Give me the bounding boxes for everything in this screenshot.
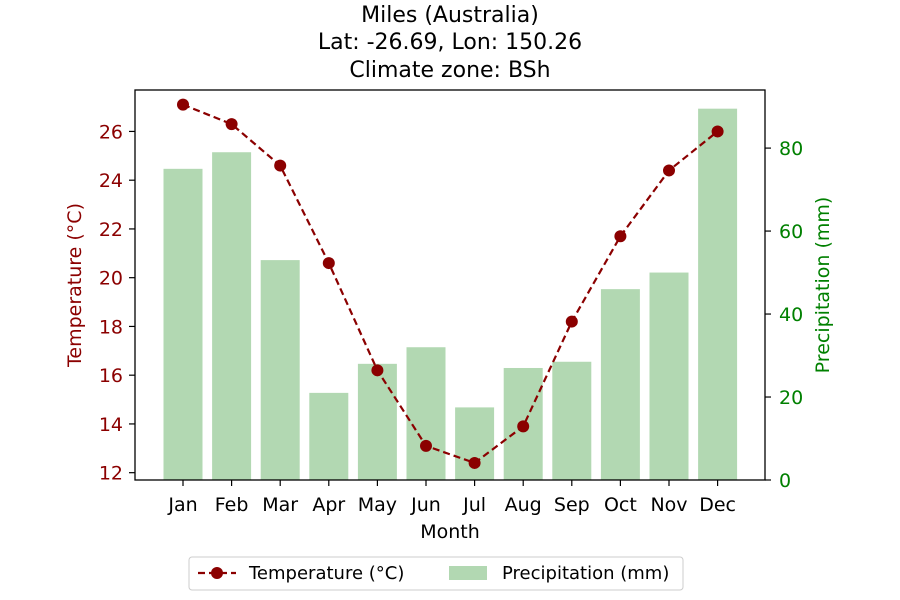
- temperature-point-aug: [517, 420, 530, 433]
- precipitation-bar-dec: [698, 108, 738, 480]
- temperature-point-apr: [322, 257, 335, 270]
- temperature-point-feb: [225, 118, 238, 131]
- precipitation-bar-apr: [309, 392, 349, 480]
- temperature-point-nov: [663, 164, 675, 177]
- right-axis-ticks: 0 20 40 60 80: [765, 138, 803, 492]
- left-axis-ticks: 12 14 16 18 20 22 24 26: [99, 121, 135, 485]
- precipitation-bar-sep: [552, 361, 592, 480]
- left-tick-label-12: 12: [99, 463, 123, 485]
- legend: Temperature (°C) Precipitation (mm): [188, 556, 684, 591]
- left-tick-label-22: 22: [99, 219, 123, 241]
- precipitation-bar-feb: [212, 152, 252, 480]
- left-tick-label-26: 26: [99, 121, 123, 143]
- title-line-1: Miles (Australia): [361, 3, 539, 28]
- legend-temperature-swatch-marker: [211, 567, 223, 579]
- left-axis-label: Temperature (°C): [64, 203, 86, 368]
- climate-chart: Miles (Australia) Lat: -26.69, Lon: 150.…: [64, 3, 834, 591]
- right-tick-label-80: 80: [779, 138, 803, 160]
- title-line-3: Climate zone: BSh: [349, 58, 550, 83]
- x-tick-label-mar: Mar: [262, 494, 298, 516]
- temperature-point-jan: [177, 98, 189, 111]
- temperature-point-sep: [565, 315, 578, 328]
- left-tick-label-16: 16: [99, 365, 123, 387]
- x-tick-label-sep: Sep: [554, 494, 590, 516]
- x-tick-label-may: May: [358, 494, 397, 516]
- right-tick-label-0: 0: [779, 470, 791, 492]
- precipitation-bar-nov: [649, 272, 689, 480]
- precipitation-bars: [163, 108, 738, 481]
- temperature-point-may: [371, 364, 384, 377]
- temperature-point-dec: [711, 125, 724, 138]
- right-tick-label-60: 60: [779, 221, 803, 243]
- temperature-point-jul: [468, 456, 481, 469]
- temperature-point-jun: [420, 439, 432, 452]
- right-axis-label: Precipitation (mm): [812, 197, 834, 374]
- x-tick-label-nov: Nov: [650, 494, 687, 516]
- right-tick-label-40: 40: [779, 304, 803, 326]
- x-tick-label-jul: Jul: [462, 494, 486, 516]
- title-line-2: Lat: -26.69, Lon: 150.26: [318, 30, 582, 55]
- precipitation-bar-oct: [600, 289, 640, 480]
- x-tick-label-jun: Jun: [410, 494, 441, 516]
- legend-precipitation-swatch: [449, 566, 487, 580]
- x-axis-ticks: Jan Feb Mar Apr May Jun Jul Aug Sep Oct Nov Dec: [167, 480, 736, 516]
- precipitation-bar-jan: [163, 168, 203, 481]
- temperature-point-oct: [614, 230, 627, 243]
- precipitation-bar-mar: [260, 260, 300, 480]
- chart-title: Miles (Australia) Lat: -26.69, Lon: 150.…: [318, 3, 582, 83]
- x-tick-label-aug: Aug: [505, 494, 542, 516]
- x-tick-label-feb: Feb: [215, 494, 249, 516]
- temperature-line: [177, 98, 724, 469]
- precipitation-bar-may: [357, 363, 397, 480]
- x-tick-label-apr: Apr: [312, 494, 345, 516]
- left-tick-label-18: 18: [99, 316, 123, 338]
- x-tick-label-dec: Dec: [699, 494, 736, 516]
- precipitation-bar-jul: [455, 407, 495, 480]
- legend-temperature-label: Temperature (°C): [248, 563, 404, 584]
- x-tick-label-oct: Oct: [604, 494, 637, 516]
- right-tick-label-20: 20: [779, 387, 803, 409]
- left-tick-label-14: 14: [99, 414, 123, 436]
- temperature-point-mar: [274, 159, 287, 172]
- precipitation-bar-jun: [406, 347, 446, 480]
- left-tick-label-20: 20: [99, 268, 123, 290]
- legend-precipitation-label: Precipitation (mm): [502, 563, 669, 584]
- left-tick-label-24: 24: [99, 170, 123, 192]
- x-tick-label-jan: Jan: [167, 494, 197, 516]
- x-axis-label: Month: [420, 521, 480, 543]
